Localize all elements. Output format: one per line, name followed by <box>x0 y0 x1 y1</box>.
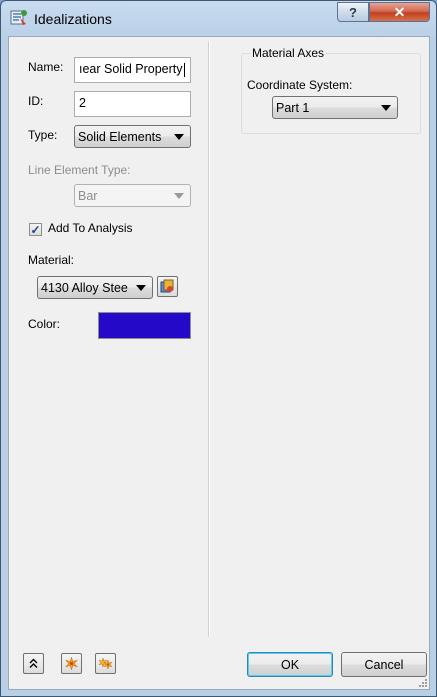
name-field-value: ıear Solid Property <box>79 62 183 76</box>
resize-grip-icon[interactable] <box>417 677 427 687</box>
chevron-down-icon <box>174 193 184 199</box>
material-dropdown-value: 4130 Alloy Stee <box>41 281 128 295</box>
line-element-type-value: Bar <box>78 189 98 203</box>
cancel-button[interactable]: Cancel <box>341 652 427 677</box>
title-bar[interactable]: Idealizations ? ✕ <box>1 1 436 35</box>
color-swatch[interactable] <box>98 312 191 339</box>
help-button[interactable]: ? <box>337 2 369 22</box>
new-idealization-icon <box>65 657 78 670</box>
help-icon: ? <box>349 4 357 20</box>
color-label: Color: <box>28 317 61 331</box>
name-field[interactable]: ıear Solid Property <box>74 57 191 83</box>
add-to-analysis-label[interactable]: Add To Analysis <box>48 221 133 235</box>
coordinate-system-dropdown[interactable]: Part 1 <box>272 96 398 119</box>
idealizations-app-icon <box>10 10 27 25</box>
new-multiple-icon <box>98 657 113 670</box>
line-element-type-label: Line Element Type: <box>28 163 131 177</box>
material-axes-group <box>241 53 421 134</box>
text-caret <box>183 62 185 77</box>
chevron-down-icon <box>174 134 184 140</box>
coordinate-system-value: Part 1 <box>276 101 310 115</box>
id-label: ID: <box>28 94 44 108</box>
material-axes-title: Material Axes <box>250 46 327 60</box>
new-idealization-button[interactable] <box>61 653 82 674</box>
collapse-icon <box>29 658 38 668</box>
material-library-button[interactable] <box>157 276 178 297</box>
type-dropdown-value: Solid Elements <box>78 130 162 144</box>
id-field[interactable]: 2 <box>74 91 191 117</box>
close-button[interactable]: ✕ <box>369 2 430 22</box>
cancel-button-label: Cancel <box>364 657 404 672</box>
material-dropdown[interactable]: 4130 Alloy Stee <box>37 276 153 299</box>
coordinate-system-label: Coordinate System: <box>247 78 353 92</box>
panel-divider <box>208 41 210 637</box>
idealizations-window: Idealizations ? ✕ Name: ıear Solid Prope… <box>0 0 437 697</box>
collapse-button[interactable] <box>23 653 44 674</box>
ok-button[interactable]: OK <box>247 652 333 677</box>
checkmark-icon: ✓ <box>30 222 41 237</box>
add-to-analysis-checkbox[interactable]: ✓ <box>29 223 42 236</box>
material-library-icon <box>160 279 174 293</box>
new-multiple-button[interactable] <box>95 653 116 674</box>
window-title: Idealizations <box>34 11 112 27</box>
name-label: Name: <box>28 60 64 74</box>
material-label: Material: <box>28 253 75 267</box>
type-dropdown[interactable]: Solid Elements <box>74 125 191 148</box>
dialog-client-area: Name: ıear Solid Property ID: 2 Type: So… <box>8 36 430 690</box>
line-element-type-dropdown[interactable]: Bar <box>74 184 191 207</box>
chevron-down-icon <box>136 285 146 291</box>
close-icon: ✕ <box>393 3 406 20</box>
id-field-value: 2 <box>79 96 86 110</box>
type-label: Type: <box>28 128 58 142</box>
chevron-down-icon <box>381 105 391 111</box>
ok-button-label: OK <box>280 657 300 672</box>
